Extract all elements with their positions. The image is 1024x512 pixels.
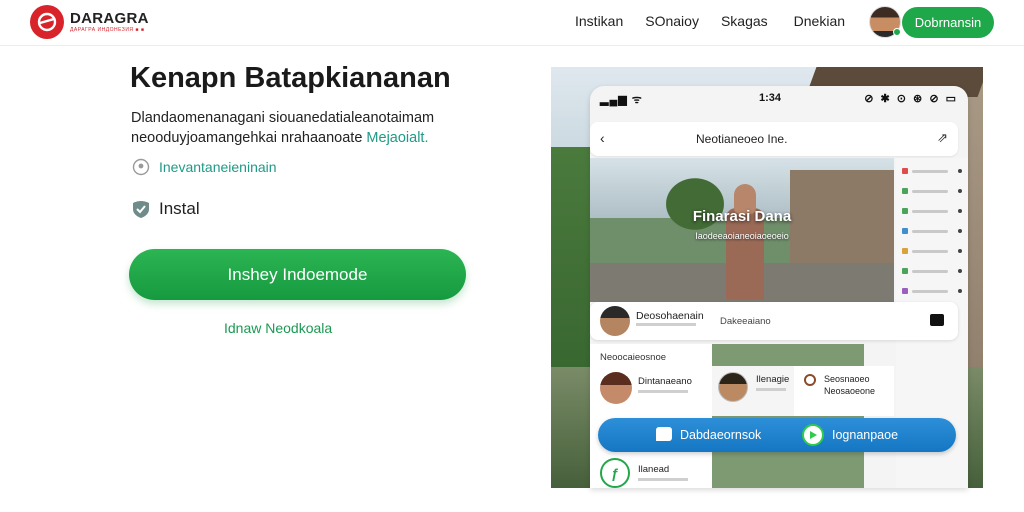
info-icon xyxy=(804,374,816,386)
list-item[interactable]: ƒ Ilanead xyxy=(600,458,710,488)
online-status-dot xyxy=(893,28,901,36)
install-button[interactable]: Inshey Indoemode xyxy=(129,249,466,300)
info-line-1: Seosnaoeo xyxy=(824,374,870,384)
search-query: Neotianeoeo Ine. xyxy=(696,132,788,146)
feature-item-1: Inevantaneieninain xyxy=(131,157,277,177)
mid-name: Ilenagie xyxy=(756,374,790,385)
list-item[interactable]: Dintanaeano xyxy=(600,372,710,412)
share-icon[interactable]: ⇗ xyxy=(937,130,948,146)
info-card[interactable]: Seosnaoeo Neosaoeone xyxy=(794,366,894,416)
nav-cta-button[interactable]: Dobrnansin xyxy=(902,7,994,38)
commenter-avatar xyxy=(600,306,630,336)
action-left-button[interactable]: Dabdaeornsok xyxy=(680,428,761,442)
bottom-name: Ilanead xyxy=(638,464,670,475)
nav-link-1[interactable]: Instikan xyxy=(575,13,623,29)
mid-line xyxy=(756,388,786,391)
nav-link-2[interactable]: SOnaioy xyxy=(645,13,699,29)
feature-item-2: Instal xyxy=(131,199,200,219)
phone-status-bar: ▂▄▆ ᯤ 1:34 ⊘ ✱ ⊙ ⊛ ⊘ ▭ xyxy=(590,86,968,110)
signal-icon: ▂▄▆ ᯤ xyxy=(600,94,643,106)
side-item[interactable] xyxy=(902,288,962,294)
logo-text: DARAGRA ДАРАГРА ИНДОНЕЗИЯ ■ ■ xyxy=(70,10,149,34)
hero-description: Dlandaomenanagani siouanedatialeanotaima… xyxy=(131,108,491,148)
brand-tagline: ДАРАГРА ИНДОНЕЗИЯ ■ ■ xyxy=(70,27,145,33)
logo-mark-icon xyxy=(30,5,64,39)
side-item[interactable] xyxy=(902,268,962,274)
mid-avatar xyxy=(718,372,748,402)
back-arrow-icon[interactable]: ‹ xyxy=(600,130,605,146)
user-avatar[interactable] xyxy=(869,6,901,38)
phone-search-bar[interactable]: ‹ Neotianeoeo Ine. ⇗ xyxy=(590,122,958,156)
video-subtitle: Iaodeeaoianeoiaoeoeio xyxy=(695,231,789,241)
contact-avatar xyxy=(600,372,632,404)
feature-1-label: Inevantaneieninain xyxy=(159,159,277,175)
status-icons: ⊘ ✱ ⊙ ⊛ ⊘ ▭ xyxy=(864,93,958,105)
hero-description-highlight: Mejaoialt. xyxy=(366,130,429,146)
comment-bar[interactable]: Deosohaenain Dakeeaiano xyxy=(590,302,958,340)
landing-page: DARAGRA ДАРАГРА ИНДОНЕЗИЯ ■ ■ Instikan S… xyxy=(0,0,1024,512)
phone-mockup: ▂▄▆ ᯤ 1:34 ⊘ ✱ ⊙ ⊛ ⊘ ▭ ‹ Neotianeoeo Ine… xyxy=(590,86,968,488)
nav-links: Instikan SOnaioy Skagas Dnekian xyxy=(575,13,845,29)
location-pin-icon xyxy=(131,157,151,177)
bottom-line xyxy=(638,478,688,481)
top-navbar: DARAGRA ДАРАГРА ИНДОНЕЗИЯ ■ ■ Instikan S… xyxy=(0,0,1024,46)
comment-input[interactable]: Dakeeaiano xyxy=(720,316,771,327)
check-shield-icon xyxy=(131,199,151,219)
chat-icon[interactable] xyxy=(656,427,672,441)
video-person xyxy=(724,184,766,300)
side-item[interactable] xyxy=(902,188,962,194)
play-icon[interactable] xyxy=(802,424,824,446)
list-header: Neoocaieosnoe xyxy=(600,352,667,363)
secondary-link[interactable]: Idnaw Neodkoala xyxy=(224,320,332,336)
side-item[interactable] xyxy=(902,208,962,214)
side-item[interactable] xyxy=(902,168,962,174)
bottom-avatar: ƒ xyxy=(600,458,630,488)
side-item[interactable] xyxy=(902,248,962,254)
contact-line xyxy=(638,390,688,393)
commenter-sub xyxy=(636,323,696,326)
camera-icon[interactable] xyxy=(930,314,944,326)
nav-link-4[interactable]: Dnekian xyxy=(794,13,845,29)
video-title: Finarasi Dana xyxy=(692,208,792,225)
phone-time: 1:34 xyxy=(759,92,782,104)
brand-logo[interactable]: DARAGRA ДАРАГРА ИНДОНЕЗИЯ ■ ■ xyxy=(30,5,149,39)
commenter-name: Deosohaenain xyxy=(636,310,704,322)
nav-link-3[interactable]: Skagas xyxy=(721,13,768,29)
info-line-2: Neosaoeone xyxy=(824,386,876,396)
action-bar: Dabdaeornsok Iognanpaoe xyxy=(598,418,956,452)
video-player[interactable]: Finarasi Dana Iaodeeaoianeoiaoeoeio xyxy=(590,158,894,302)
contact-name: Dintanaeano xyxy=(638,376,692,387)
hero-title: Kenapn Batapkiananan xyxy=(130,62,451,94)
feature-2-label: Instal xyxy=(159,199,200,218)
brand-name: DARAGRA xyxy=(70,10,149,27)
action-right-button[interactable]: Iognanpaoe xyxy=(832,428,898,442)
side-item[interactable] xyxy=(902,228,962,234)
